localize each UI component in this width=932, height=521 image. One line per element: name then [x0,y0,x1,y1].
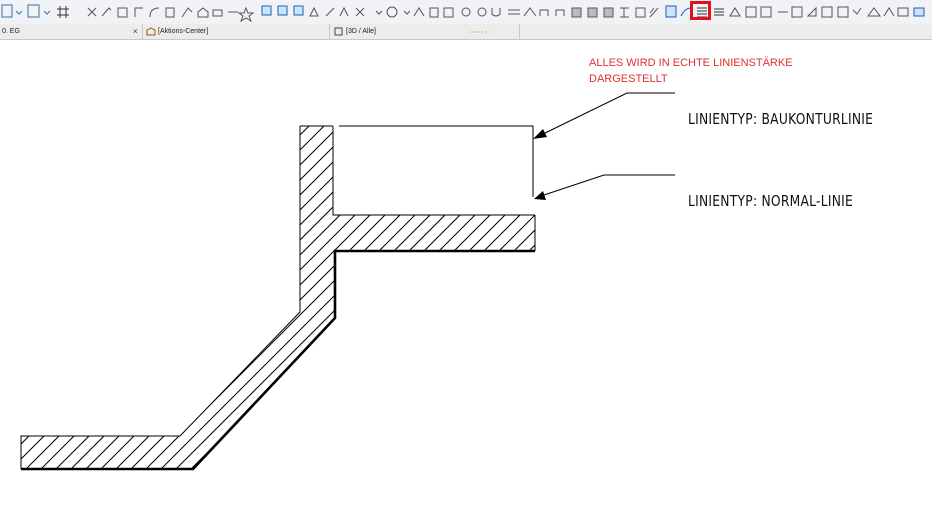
label-icon[interactable] [429,7,439,18]
layer-tool-icon[interactable] [27,4,40,18]
fill-icon[interactable] [355,7,365,17]
tab-floor-plan[interactable]: 0. EG × [0,24,143,39]
corner-window-icon[interactable] [883,7,895,17]
view-tab-bar: 0. EG × [Aktions-Center] [3D / Alle] [0,24,932,40]
normal-lines[interactable] [20,125,536,469]
red-annotation-note: ALLES WIRD IN ECHTE LINIENSTÄRKE DARGEST… [589,55,793,87]
stair-icon[interactable] [309,6,319,17]
tab-label: [Aktions-Center] [158,28,209,35]
label-baukonturlinie: LINIENTYP: BAUKONTURLINIE [688,110,874,128]
roof-icon[interactable] [197,7,209,18]
arrow-tool-icon[interactable] [1,4,13,18]
grid-icon[interactable] [57,6,69,18]
worksheet-icon[interactable] [539,9,549,16]
wall-icon[interactable] [117,7,128,18]
column-icon[interactable] [212,9,223,17]
select-marquee-icon[interactable] [760,6,772,18]
detail-icon[interactable] [523,7,537,17]
level-icon[interactable] [461,7,471,17]
shell-icon[interactable] [837,6,849,18]
slab-icon[interactable] [165,7,175,18]
toolbar-icons [1,4,925,23]
mesh-icon[interactable] [339,6,349,17]
action-center-icon [146,27,156,36]
chevron-down-icon[interactable] [403,10,411,15]
close-icon[interactable]: × [133,24,138,39]
text-icon[interactable] [413,7,425,17]
polyline-icon[interactable] [665,5,677,18]
star-icon[interactable] [237,6,255,23]
lamp-icon[interactable] [852,7,862,15]
leader-lines [540,92,675,197]
layout-icon[interactable] [587,7,598,18]
3d-view-icon [334,27,343,36]
door-icon[interactable] [277,5,288,16]
change-icon[interactable] [635,7,646,18]
main-toolbar [0,0,932,25]
camera-icon[interactable] [477,7,487,17]
morph-icon[interactable] [806,6,817,17]
label-normal-linie: LINIENTYP: NORMAL-LINIE [688,192,854,210]
tab-label: [3D / Alle] [346,28,376,35]
scissors-icon[interactable] [87,7,97,17]
arrow-head-icon [534,191,546,200]
object-icon[interactable] [293,5,304,16]
figure-icon[interactable] [555,9,565,16]
markup-icon[interactable] [729,7,741,17]
arrowheads [533,129,547,200]
wall-end-icon[interactable] [897,7,909,17]
chevron-down-icon[interactable] [15,10,23,15]
skylight-icon[interactable] [867,7,881,17]
detail-marker-icon[interactable] [745,6,757,18]
magic-wand-icon[interactable] [101,7,112,17]
note-line-2: DARGESTELLT [589,73,668,85]
schedule-icon[interactable] [603,7,614,18]
curtain-wall-icon[interactable] [821,6,833,18]
chevron-down-icon[interactable] [43,10,51,15]
hatch-tool-highlight[interactable] [690,1,711,20]
tab-overflow-icon[interactable] [470,28,490,36]
chevron-down-icon[interactable] [375,10,383,15]
dimension-icon[interactable] [443,7,454,18]
tab-action-center[interactable]: [Aktions-Center] [143,24,330,39]
arrow-head-icon [533,129,547,139]
note-line-1: ALLES WIRD IN ECHTE LINIENSTÄRKE [589,57,793,69]
beam-icon[interactable] [134,7,143,17]
fill-tool-icon[interactable] [714,8,724,16]
zone-icon[interactable] [325,7,335,17]
pencil-icon[interactable] [181,7,193,18]
section-icon[interactable] [491,8,501,17]
elevation-icon[interactable] [508,9,520,15]
circle-icon[interactable] [386,6,398,18]
drawing-icon[interactable] [571,7,582,18]
column-tool-icon[interactable] [620,7,629,18]
issue-icon[interactable] [649,7,659,18]
tab-label: 0. EG [2,28,20,35]
tab-3d-view[interactable]: [3D / Alle] [330,24,520,39]
arc-icon[interactable] [149,7,160,18]
more-tools-icon[interactable] [913,7,925,17]
frame-icon[interactable] [791,6,803,18]
hatch-fill[interactable] [21,126,535,469]
window-icon[interactable] [261,5,272,16]
